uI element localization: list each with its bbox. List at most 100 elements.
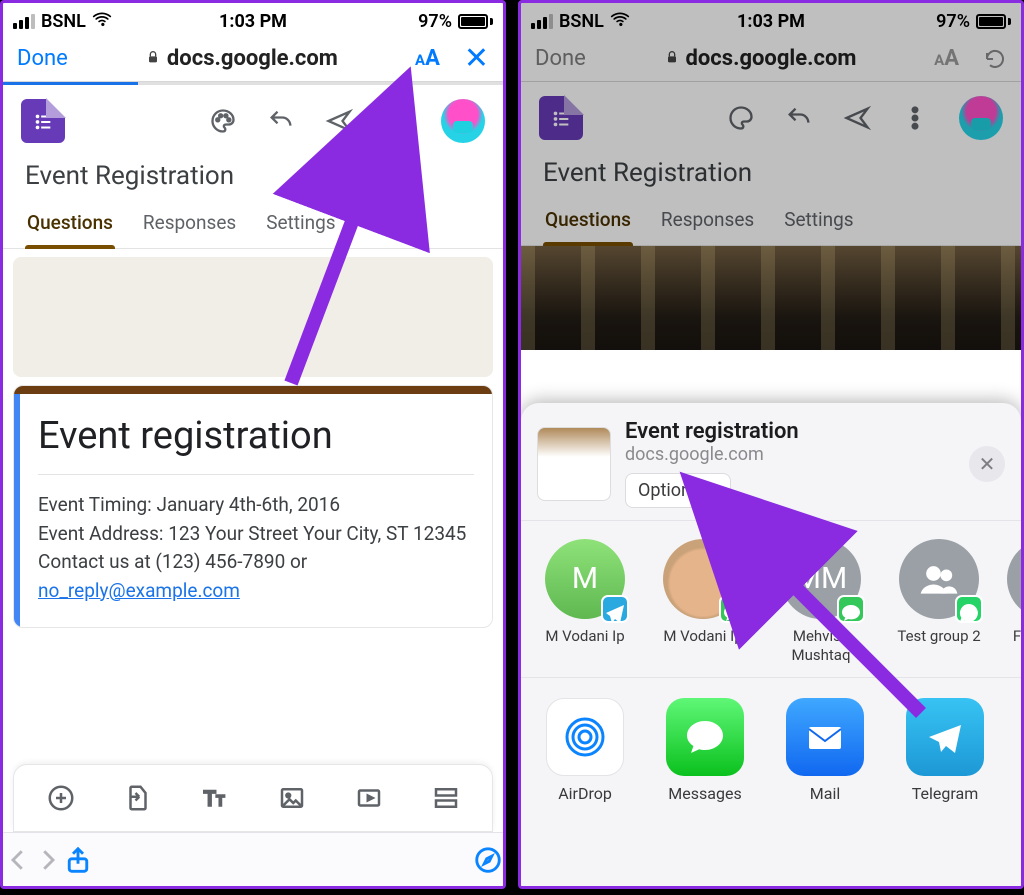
form-title: Event Registration <box>3 157 503 201</box>
import-questions-icon[interactable] <box>123 783 153 813</box>
lock-icon <box>664 46 680 71</box>
more-icon[interactable] <box>901 104 929 132</box>
done-button[interactable]: Done <box>535 46 586 71</box>
contact-name: Mehvish Mushtaq <box>771 627 871 665</box>
share-apps-row: AirDrop Messages Mail Telegram <box>521 678 1021 809</box>
share-title: Event registration <box>625 419 969 444</box>
more-icon[interactable] <box>383 107 411 135</box>
messages-icon <box>666 698 744 776</box>
contact-avatar <box>1007 539 1021 619</box>
add-title-icon[interactable]: TT <box>200 783 230 813</box>
contact-app-badge <box>837 595 865 623</box>
add-question-icon[interactable] <box>46 783 76 813</box>
status-time: 1:03 PM <box>3 11 503 32</box>
google-forms-icon[interactable] <box>539 96 583 140</box>
share-options-button[interactable]: Options <box>625 473 731 508</box>
svg-text:T: T <box>216 794 224 810</box>
add-video-icon[interactable] <box>354 783 384 813</box>
share-contact[interactable]: F <box>1007 539 1021 665</box>
contact-avatar: M <box>545 539 625 619</box>
customize-theme-icon[interactable] <box>727 104 755 132</box>
contact-avatar <box>663 539 743 619</box>
desc-line: Event Timing: January 4th-6th, 2016 <box>38 491 474 520</box>
forms-toolbar <box>3 85 503 157</box>
form-tabs: Questions Responses Settings <box>521 198 1021 246</box>
contact-name: F <box>1007 627 1021 646</box>
stop-button[interactable]: ✕ <box>464 49 489 69</box>
desc-line: Event Address: 123 Your Street Your City… <box>38 520 474 549</box>
reader-button[interactable]: AA <box>415 46 440 71</box>
forward-icon[interactable] <box>33 845 63 875</box>
reload-icon[interactable] <box>983 47 1007 71</box>
share-contact[interactable]: M M Vodani Ip <box>535 539 635 665</box>
undo-icon[interactable] <box>785 104 813 132</box>
form-header-card[interactable]: Event registration Event Timing: January… <box>13 385 493 628</box>
tab-responses[interactable]: Responses <box>659 198 756 245</box>
contact-name: M Vodani Ip <box>535 627 635 646</box>
svg-text:T: T <box>203 787 215 811</box>
add-section-icon[interactable] <box>431 783 461 813</box>
share-contact[interactable]: MM Mehvish Mushtaq <box>771 539 871 665</box>
mail-icon <box>786 698 864 776</box>
share-sheet-header: Event registration docs.google.com Optio… <box>521 403 1021 521</box>
back-icon[interactable] <box>3 845 33 875</box>
reader-button[interactable]: AA <box>934 46 959 71</box>
contact-app-badge <box>955 595 983 623</box>
close-icon[interactable]: ✕ <box>969 446 1005 482</box>
form-tabs: Questions Responses Settings <box>3 201 503 249</box>
contact-name: M Vodani Ip <box>653 627 753 646</box>
safari-icon[interactable] <box>473 845 503 875</box>
app-label: AirDrop <box>539 784 631 803</box>
form-title: Event Registration <box>521 154 1021 198</box>
add-item-toolbar: TT <box>13 764 493 832</box>
customize-theme-icon[interactable] <box>209 107 237 135</box>
tab-responses[interactable]: Responses <box>141 201 238 248</box>
forms-toolbar <box>521 82 1021 154</box>
contact-app-badge <box>601 595 629 623</box>
share-sheet: Event registration docs.google.com Optio… <box>521 403 1021 886</box>
card-title: Event registration <box>38 414 474 458</box>
share-thumbnail <box>537 427 611 501</box>
app-messages[interactable]: Messages <box>659 698 751 803</box>
undo-icon[interactable] <box>267 107 295 135</box>
share-contacts-row: M M Vodani Ip M Vodani Ip MM Mehvish Mushtaq… <box>521 521 1021 678</box>
add-image-icon[interactable] <box>277 783 307 813</box>
contact-name: Test group 2 <box>889 627 989 646</box>
chevron-right-icon <box>706 485 718 497</box>
send-icon[interactable] <box>843 104 871 132</box>
status-bar: BSNL 1:03 PM 97% <box>521 3 1021 36</box>
tab-settings[interactable]: Settings <box>782 198 855 245</box>
desc-line: Contact us at (123) 456-7890 or <box>38 550 307 573</box>
tab-questions[interactable]: Questions <box>25 201 115 248</box>
battery-icon <box>458 14 493 29</box>
app-airdrop[interactable]: AirDrop <box>539 698 631 803</box>
safari-bottom-bar <box>3 832 503 886</box>
lock-icon <box>145 46 161 71</box>
app-label: Mail <box>779 784 871 803</box>
form-banner <box>521 246 1021 350</box>
done-button[interactable]: Done <box>17 46 68 71</box>
card-description: Event Timing: January 4th-6th, 2016 Even… <box>38 491 474 605</box>
share-icon[interactable] <box>63 845 93 875</box>
share-contact[interactable]: Test group 2 <box>889 539 989 665</box>
tab-settings[interactable]: Settings <box>264 201 337 248</box>
address-bar[interactable]: docs.google.com <box>664 46 857 71</box>
app-telegram[interactable]: Telegram <box>899 698 991 803</box>
account-avatar[interactable] <box>441 99 485 143</box>
contact-avatar: MM <box>781 539 861 619</box>
status-time: 1:03 PM <box>521 11 1021 32</box>
send-icon[interactable] <box>325 107 353 135</box>
tab-questions[interactable]: Questions <box>543 198 633 245</box>
app-mail[interactable]: Mail <box>779 698 871 803</box>
screenshot-left: BSNL 1:03 PM 97% Done docs.google.com AA… <box>0 0 506 889</box>
address-bar[interactable]: docs.google.com <box>145 46 338 71</box>
contact-email-link[interactable]: no_reply@example.com <box>38 579 240 602</box>
share-options-label: Options <box>638 480 700 501</box>
telegram-icon <box>906 698 984 776</box>
share-subtitle: docs.google.com <box>625 444 969 465</box>
account-avatar[interactable] <box>959 96 1003 140</box>
app-label: Messages <box>659 784 751 803</box>
status-bar: BSNL 1:03 PM 97% <box>3 3 503 36</box>
google-forms-icon[interactable] <box>21 99 65 143</box>
share-contact[interactable]: M Vodani Ip <box>653 539 753 665</box>
